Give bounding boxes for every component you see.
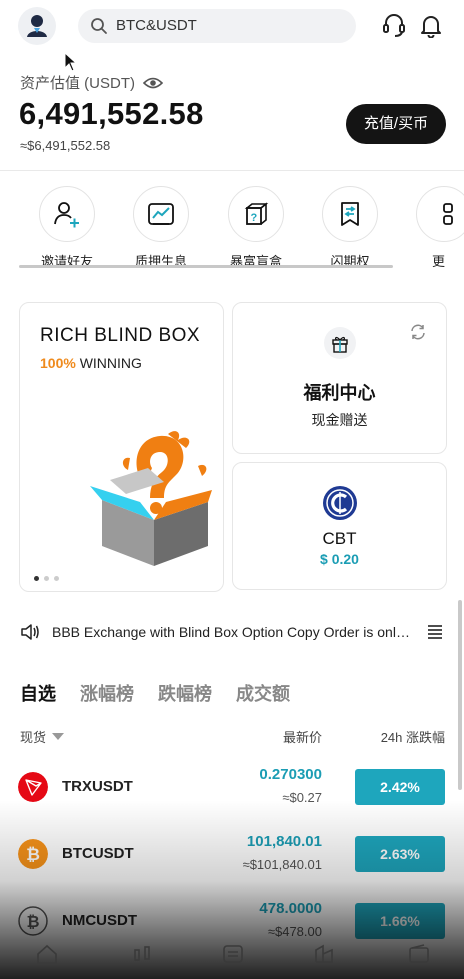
- cbt-coin-icon: [323, 486, 357, 520]
- asset-label: 资产估值 (USDT): [20, 72, 163, 93]
- carousel-dot[interactable]: [34, 576, 39, 581]
- home-icon[interactable]: [36, 944, 58, 964]
- deposit-buy-button[interactable]: 充值/买币: [346, 104, 446, 144]
- pair-symbol: TRXUSDT: [62, 778, 133, 795]
- pair-price: 0.270300: [259, 766, 322, 783]
- pair-usd-price: ≈$0.27: [282, 790, 322, 805]
- pair-symbol: NMCUSDT: [62, 912, 137, 929]
- banner-winning: WINNING: [75, 355, 142, 371]
- pair-price: 101,840.01: [246, 833, 322, 850]
- avatar[interactable]: [18, 7, 56, 45]
- quick-action-label: 更: [432, 254, 446, 269]
- chevron-down-icon: [52, 732, 65, 740]
- spot-filter-label: 现货: [20, 730, 47, 745]
- gift-icon: [324, 327, 356, 359]
- asset-label-text: 资产估值 (USDT): [20, 75, 135, 92]
- invite-icon: [39, 186, 95, 242]
- search-bar[interactable]: BTC&USDT: [78, 9, 356, 43]
- banner-title: RICH BLIND BOX: [40, 325, 201, 346]
- blind-box-icon: ?: [228, 186, 284, 242]
- tab-gainers[interactable]: 涨幅榜: [80, 680, 134, 706]
- svg-text:₿: ₿: [26, 913, 39, 931]
- quick-actions-scroll-indicator: [19, 265, 393, 268]
- asset-approx-value: ≈$6,491,552.58: [20, 138, 111, 153]
- svg-text:₿: ₿: [26, 845, 40, 864]
- trade-icon[interactable]: [222, 944, 244, 964]
- market-tabs: 自选 涨幅榜 跌幅榜 成交额: [20, 680, 290, 706]
- carousel-dot[interactable]: [44, 576, 49, 581]
- banner-subtitle: 100% WINNING: [40, 355, 142, 371]
- search-icon: [91, 18, 107, 34]
- rich-blind-box-banner[interactable]: RICH BLIND BOX 100% WINNING: [19, 302, 224, 592]
- divider: [0, 170, 464, 171]
- pair-change-badge[interactable]: 1.66%: [355, 903, 445, 939]
- tab-favorites[interactable]: 自选: [20, 680, 56, 706]
- cbt-symbol: CBT: [322, 529, 357, 548]
- tab-losers[interactable]: 跌幅榜: [158, 680, 212, 706]
- quick-action-staking[interactable]: 质押生息: [132, 186, 190, 270]
- banner-percent: 100%: [40, 355, 76, 371]
- welfare-subtitle: 现金赠送: [311, 412, 368, 428]
- svg-text:?: ?: [251, 212, 258, 224]
- eye-icon[interactable]: [143, 76, 163, 90]
- quick-action-invite[interactable]: 邀请好友: [38, 186, 96, 270]
- btc-coin-icon: ₿: [18, 839, 48, 869]
- announcement-text: BBB Exchange with Blind Box Option Copy …: [52, 624, 412, 640]
- list-menu-icon[interactable]: [426, 624, 444, 640]
- spot-filter[interactable]: 现货: [20, 727, 65, 746]
- trx-coin-icon: [18, 772, 48, 802]
- tab-volume[interactable]: 成交额: [236, 680, 290, 706]
- column-24h-change: 24h 涨跌幅: [380, 730, 445, 745]
- announcement-bar[interactable]: BBB Exchange with Blind Box Option Copy …: [20, 620, 444, 644]
- mouse-cursor-icon: [64, 52, 78, 72]
- scrollbar[interactable]: [458, 600, 462, 790]
- refresh-icon[interactable]: [409, 323, 427, 341]
- wallet-icon[interactable]: [408, 944, 430, 964]
- pair-usd-price: ≈$101,840.01: [242, 857, 322, 872]
- pair-usd-price: ≈$478.00: [267, 924, 322, 939]
- welfare-title: 福利中心: [303, 383, 376, 403]
- pair-change-badge[interactable]: 2.42%: [355, 769, 445, 805]
- notification-bell-icon[interactable]: [418, 12, 444, 38]
- flash-option-icon: [322, 186, 378, 242]
- bottom-tab-bar: [0, 938, 464, 979]
- customer-service-icon[interactable]: [381, 12, 407, 38]
- table-row[interactable]: ₿ BTCUSDT 101,840.01 ≈$101,840.01 2.63%: [0, 821, 464, 887]
- pair-change-badge[interactable]: 2.63%: [355, 836, 445, 872]
- column-latest-price: 最新价: [282, 730, 322, 745]
- quick-action-more[interactable]: 更: [416, 186, 464, 270]
- search-input[interactable]: BTC&USDT: [116, 17, 197, 34]
- quick-action-blind-box[interactable]: ? 暴富盲盒: [227, 186, 285, 270]
- carousel-dots[interactable]: [34, 576, 59, 581]
- futures-icon[interactable]: [313, 944, 335, 964]
- speaker-icon: [21, 624, 39, 640]
- nmc-coin-icon: ₿: [18, 906, 48, 936]
- user-avatar-icon: [27, 15, 47, 37]
- market-icon[interactable]: [131, 944, 153, 964]
- welfare-center-card[interactable]: 福利中心 现金赠送: [232, 302, 447, 454]
- table-row[interactable]: TRXUSDT 0.270300 ≈$0.27 2.42%: [0, 754, 464, 820]
- staking-icon: [133, 186, 189, 242]
- asset-value: 6,491,552.58: [19, 96, 204, 131]
- mystery-box-illustration: [90, 431, 212, 566]
- cbt-price: $ 0.20: [320, 551, 359, 567]
- pair-symbol: BTCUSDT: [62, 845, 134, 862]
- pair-price: 478.0000: [259, 900, 322, 917]
- quick-action-flash-option[interactable]: 闪期权: [321, 186, 379, 270]
- more-icon: [416, 186, 464, 242]
- top-bar: BTC&USDT: [0, 0, 464, 52]
- cbt-card[interactable]: CBT $ 0.20: [232, 462, 447, 590]
- carousel-dot[interactable]: [54, 576, 59, 581]
